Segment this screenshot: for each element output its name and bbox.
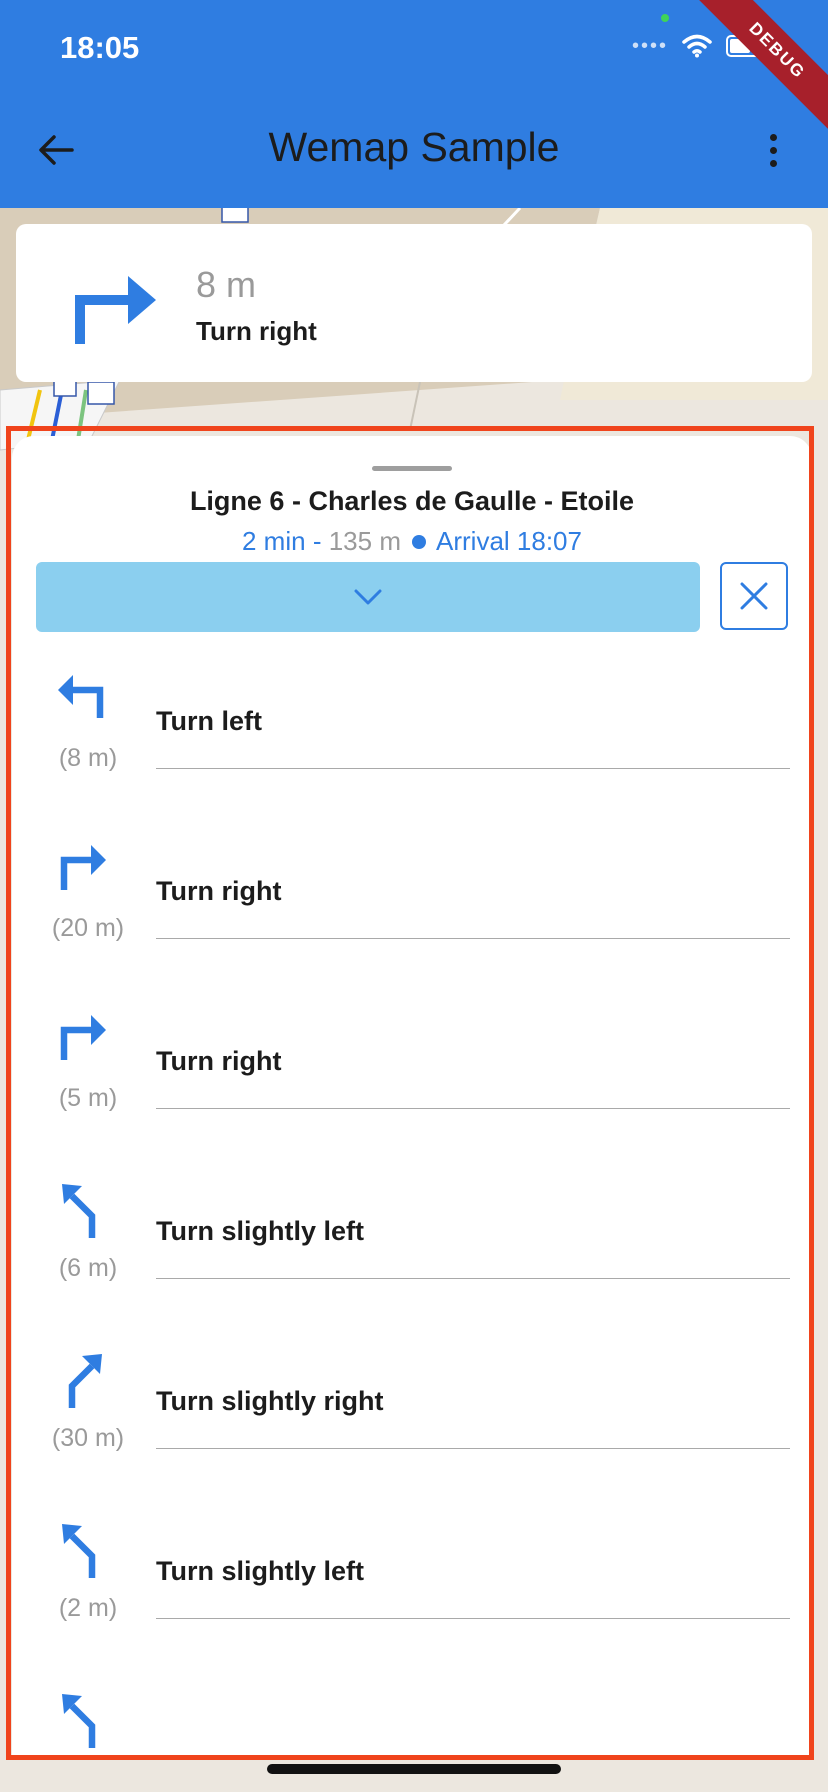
next-instruction-card: 8 m Turn right (16, 224, 812, 382)
drag-handle[interactable] (372, 466, 452, 471)
turn-left-icon (58, 675, 104, 718)
list-item-partial[interactable] (12, 1678, 812, 1756)
turn-slight-left-icon (62, 1184, 96, 1238)
close-icon (740, 582, 768, 610)
divider (156, 768, 790, 769)
step-distance: (6 m) (58, 1254, 118, 1282)
itinerary-bottom-sheet[interactable]: Ligne 6 - Charles de Gaulle - Etoile 2 m… (12, 436, 812, 1756)
debug-banner: DEBUG (689, 0, 828, 139)
next-instruction-distance: 8 m (196, 264, 257, 305)
list-item[interactable]: (30 m) Turn slightly right (12, 1338, 812, 1508)
close-navigation-button[interactable] (720, 562, 788, 630)
list-item[interactable]: (20 m) Turn right (12, 828, 812, 998)
list-item[interactable]: (5 m) Turn right (12, 998, 812, 1168)
step-instruction: Turn left (156, 706, 262, 736)
wifi-icon (682, 34, 712, 58)
list-item[interactable]: (8 m) Turn left (12, 658, 812, 828)
route-duration: 2 min (242, 526, 306, 556)
route-length: 135 m (328, 526, 401, 556)
step-instruction: Turn slightly left (156, 1556, 364, 1586)
app-bar: 18:05 •••• DEBUG Wemap Sample (0, 0, 828, 208)
step-distance: (5 m) (58, 1084, 118, 1112)
route-arrival: Arrival 18:07 (436, 526, 582, 556)
divider (156, 1618, 790, 1619)
list-item[interactable]: (6 m) Turn slightly left (12, 1168, 812, 1338)
step-distance: (20 m) (51, 914, 125, 942)
arrival-dot-icon (412, 535, 427, 549)
privacy-indicator (661, 14, 669, 22)
divider (156, 938, 790, 939)
page-title: Wemap Sample (268, 124, 560, 170)
turn-slight-left-icon (62, 1694, 96, 1748)
step-instruction: Turn slightly left (156, 1216, 364, 1246)
expand-steps-button[interactable] (36, 562, 700, 632)
route-summary: 2 min - 135 m Arrival 18:07 (12, 526, 812, 557)
signal-dots-icon: •••• (631, 34, 668, 57)
step-instruction: Turn right (156, 1046, 282, 1076)
divider (156, 1108, 790, 1109)
step-distance: (8 m) (58, 744, 118, 772)
home-indicator[interactable] (267, 1764, 561, 1774)
next-instruction-text: Turn right (196, 316, 317, 346)
status-time: 18:05 (60, 30, 140, 65)
turn-slight-left-icon (62, 1524, 96, 1578)
turn-right-icon (60, 1015, 106, 1060)
list-item[interactable]: (2 m) Turn slightly left (12, 1508, 812, 1678)
chevron-down-icon (354, 589, 382, 605)
route-title: Ligne 6 - Charles de Gaulle - Etoile (189, 486, 635, 516)
turn-right-icon (75, 276, 156, 344)
turn-right-icon (60, 845, 106, 890)
route-separator: - (312, 526, 322, 556)
more-menu-button[interactable] (758, 124, 788, 176)
more-vertical-icon (769, 133, 777, 141)
divider (156, 1278, 790, 1279)
steps-list[interactable]: (8 m) Turn left (20 m) Turn right (5 m) … (12, 658, 812, 1756)
step-instruction: Turn slightly right (156, 1386, 384, 1416)
step-instruction: Turn right (156, 876, 282, 906)
step-distance: (2 m) (58, 1594, 118, 1622)
step-distance: (30 m) (51, 1424, 125, 1452)
divider (156, 1448, 790, 1449)
turn-slight-right-icon (68, 1354, 102, 1408)
